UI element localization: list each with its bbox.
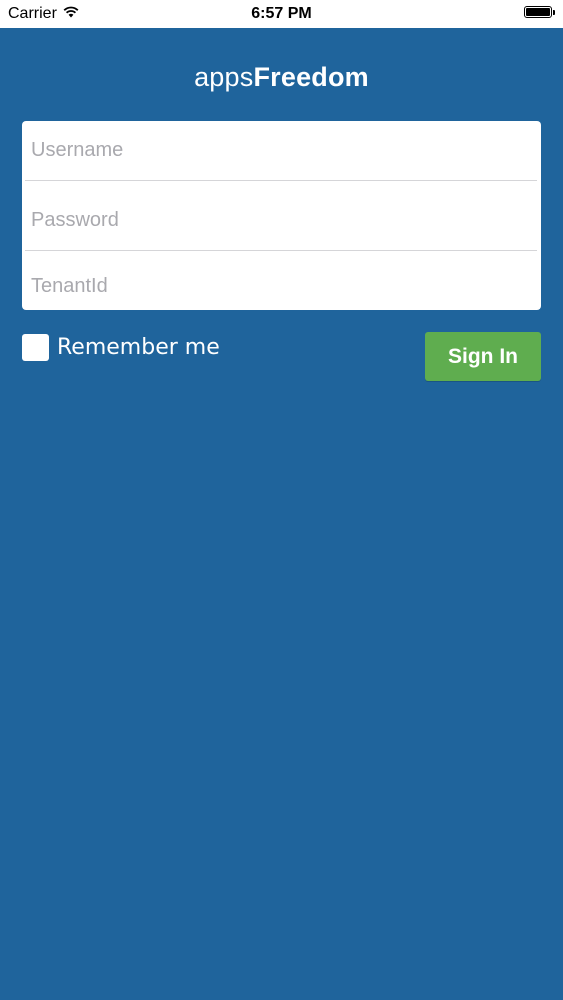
status-time: 6:57 PM: [251, 5, 312, 22]
remember-me-toggle[interactable]: Remember me: [22, 334, 220, 361]
battery-icon: [524, 6, 555, 18]
battery-fill: [526, 8, 550, 16]
battery-body: [524, 6, 552, 18]
password-row: [22, 191, 541, 250]
username-row: [22, 121, 541, 180]
remember-me-checkbox[interactable]: [22, 334, 49, 361]
remember-me-label: Remember me: [57, 335, 220, 360]
username-input[interactable]: [22, 121, 541, 180]
password-input[interactable]: [22, 191, 541, 250]
sign-in-button[interactable]: Sign In: [425, 332, 541, 381]
login-form: [22, 121, 541, 310]
app-title-bold: Freedom: [253, 62, 369, 92]
status-bar: Carrier 6:57 PM: [0, 0, 563, 28]
tenant-row: [22, 257, 541, 310]
divider: [25, 250, 537, 251]
app-title-light: apps: [194, 62, 254, 92]
battery-tip: [553, 9, 555, 15]
app-title: appsFreedom: [0, 62, 563, 93]
divider: [25, 180, 537, 181]
tenant-input[interactable]: [22, 257, 541, 310]
